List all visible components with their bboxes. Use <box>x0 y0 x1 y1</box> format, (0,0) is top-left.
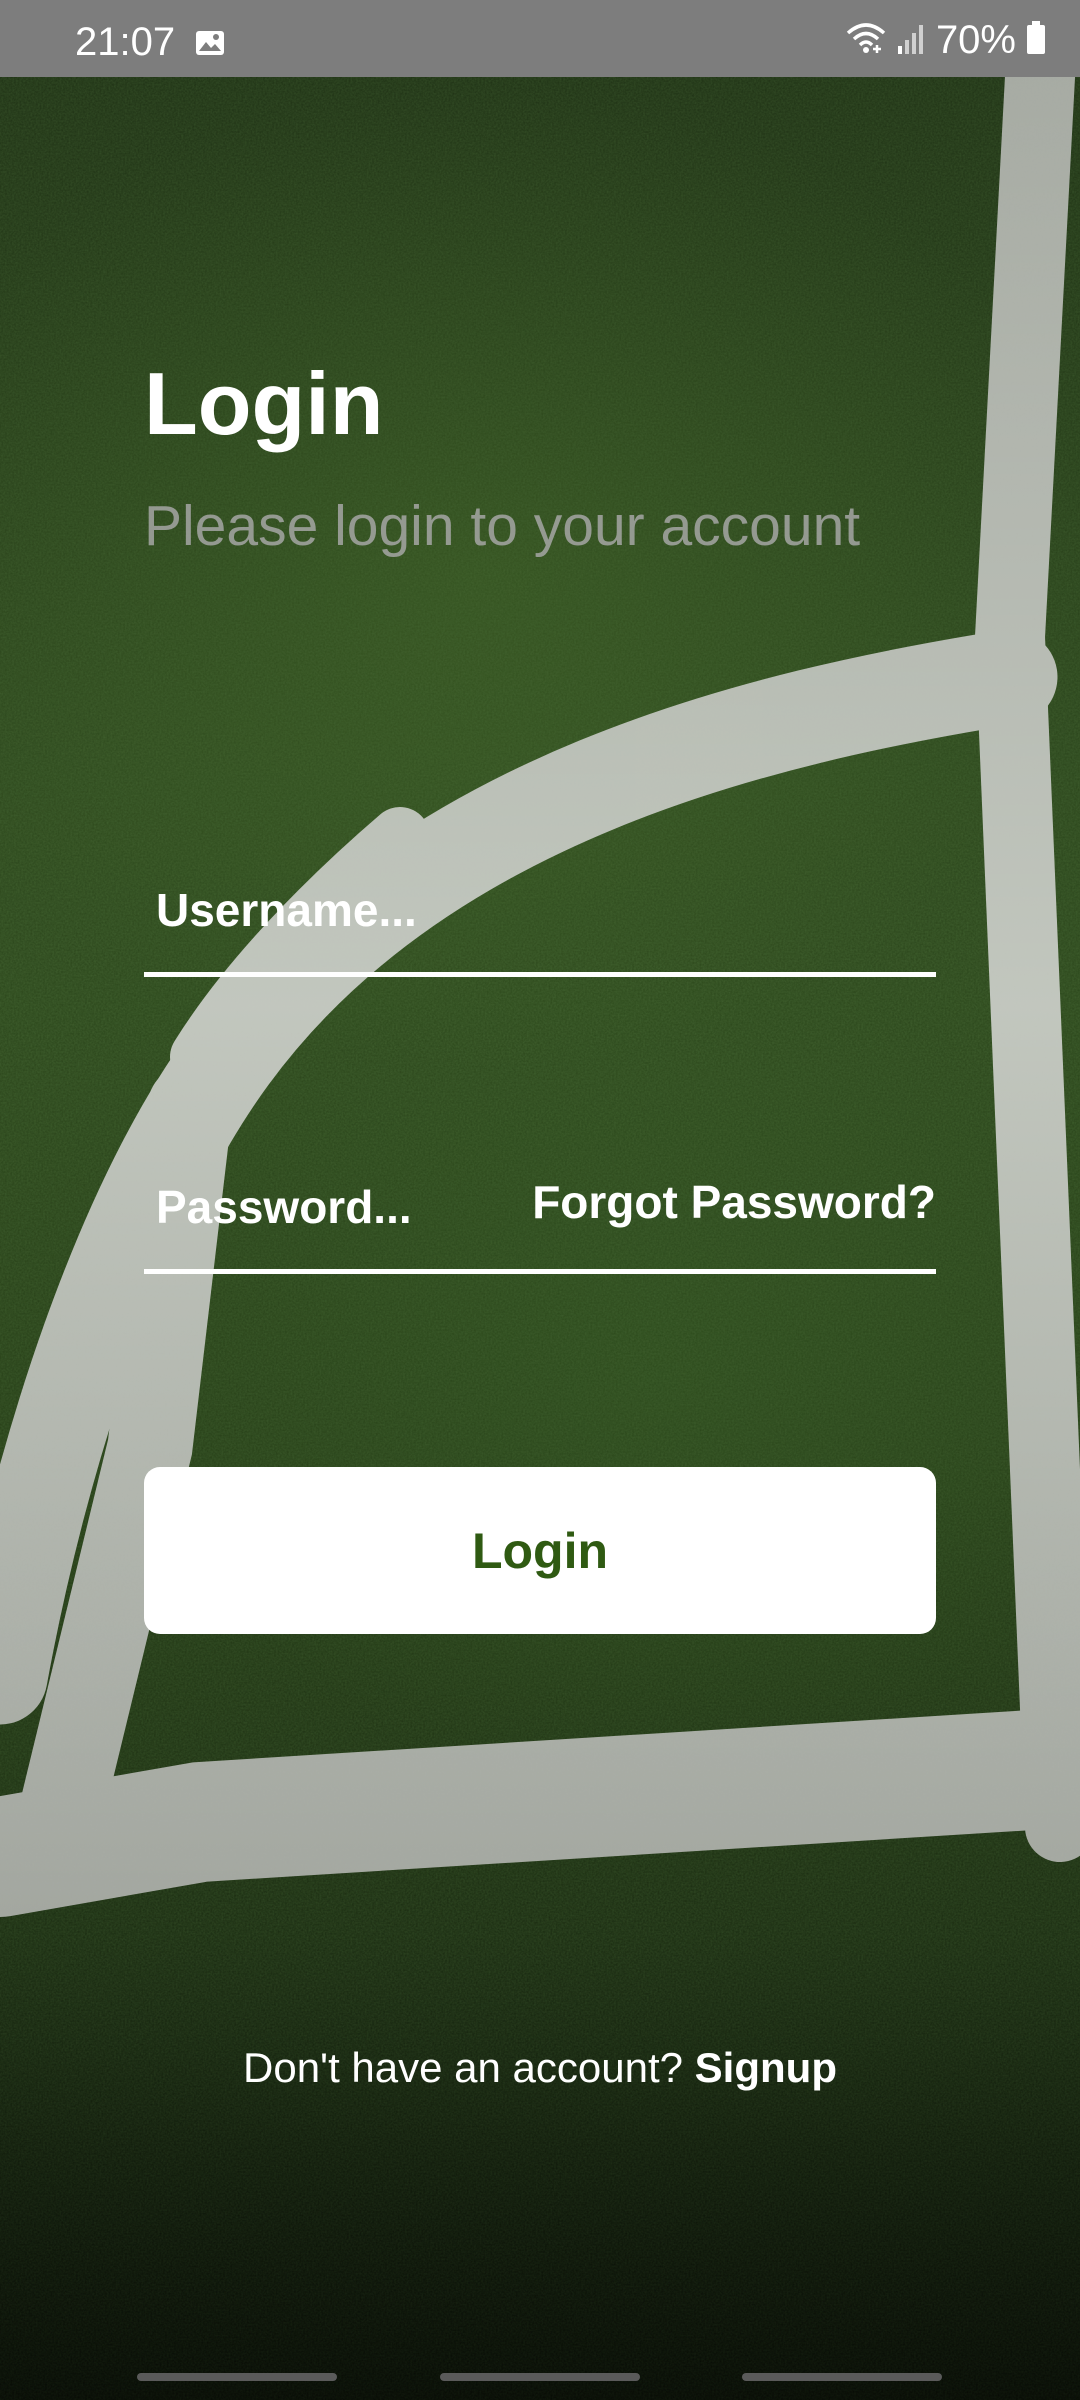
username-field <box>144 860 936 977</box>
login-screen: 21:07 70% Login Please login to your acc… <box>0 0 1080 2400</box>
status-right: 70% <box>846 20 1046 60</box>
wifi-icon <box>846 21 886 60</box>
status-time: 21:07 <box>75 20 176 64</box>
battery-icon <box>1026 20 1046 60</box>
signal-icon <box>896 22 926 59</box>
forgot-password-link[interactable]: Forgot Password? <box>532 1167 936 1237</box>
signup-link[interactable]: Signup <box>695 2044 837 2091</box>
nav-recents-handle[interactable] <box>137 2373 337 2381</box>
image-icon <box>195 30 225 56</box>
battery-percent: 70% <box>935 18 1016 62</box>
nav-back-handle[interactable] <box>742 2373 942 2381</box>
signup-row: Don't have an account? Signup <box>0 2040 1080 2096</box>
page-subtitle: Please login to your account <box>144 494 861 558</box>
nav-home-handle[interactable] <box>440 2373 640 2381</box>
signup-prompt: Don't have an account? <box>243 2044 683 2091</box>
navigation-bar <box>0 2355 1080 2400</box>
status-bar: 21:07 70% <box>0 0 1080 77</box>
username-input[interactable] <box>156 872 676 948</box>
login-button[interactable]: Login <box>144 1467 936 1634</box>
password-field: Forgot Password? <box>144 1157 936 1274</box>
page-title: Login <box>144 354 384 453</box>
